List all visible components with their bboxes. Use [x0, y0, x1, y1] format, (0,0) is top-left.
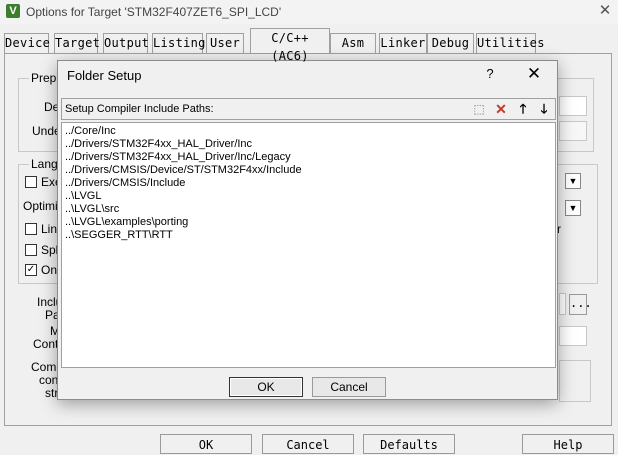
move-up-icon[interactable]: 🡑 [514, 100, 532, 118]
tab-device[interactable]: Device [4, 33, 50, 53]
one-elf-section-checkbox[interactable]: ✓ [25, 264, 37, 276]
title-bar: V Options for Target 'STM32F407ZET6_SPI_… [0, 0, 618, 24]
tab-debug[interactable]: Debug [427, 33, 474, 53]
include-paths-browse-button[interactable]: ... [569, 294, 592, 315]
main-defaults-button[interactable]: Defaults [363, 434, 455, 454]
move-down-icon[interactable]: 🡓 [535, 100, 553, 118]
tab-asm[interactable]: Asm [330, 33, 376, 53]
misc-controls-field[interactable] [559, 326, 587, 346]
tab-listing[interactable]: Listing [152, 33, 205, 53]
list-item[interactable]: ..\LVGL [65, 190, 302, 203]
compiler-control-string-box [559, 360, 591, 402]
window-title: Options for Target 'STM32F407ZET6_SPI_LC… [26, 5, 282, 19]
include-paths-list[interactable]: ../Core/Inc ../Drivers/STM32F4xx_HAL_Dri… [61, 122, 556, 368]
list-header-bar: Setup Compiler Include Paths: ⬚ ✕ 🡑 🡓 [61, 98, 556, 120]
link-time-opt-checkbox[interactable] [25, 223, 37, 235]
tab-output[interactable]: Output [103, 33, 149, 53]
folder-setup-dialog: Folder Setup ? ✕ Setup Compiler Include … [57, 60, 558, 400]
include-paths-field[interactable] [559, 293, 566, 315]
dialog-ok-button[interactable]: OK [229, 377, 303, 397]
main-ok-button[interactable]: OK [160, 434, 252, 454]
new-folder-icon[interactable]: ⬚ [470, 100, 488, 118]
main-cancel-button[interactable]: Cancel [262, 434, 354, 454]
define-field[interactable] [559, 96, 587, 116]
execute-only-checkbox[interactable] [25, 176, 37, 188]
list-header-label: Setup Compiler Include Paths: [65, 103, 214, 115]
tab-user[interactable]: User [206, 33, 244, 53]
dialog-cancel-button[interactable]: Cancel [312, 377, 386, 397]
list-item[interactable]: ..\LVGL\examples\porting [65, 216, 302, 229]
list-item[interactable]: ../Drivers/STM32F4xx_HAL_Driver/Inc/Lega… [65, 151, 302, 164]
list-items-container: ../Core/Inc ../Drivers/STM32F4xx_HAL_Dri… [65, 125, 302, 242]
dialog-help-icon[interactable]: ? [483, 66, 497, 81]
tab-target[interactable]: Target [54, 33, 100, 53]
dialog-title: Folder Setup [67, 68, 142, 83]
tab-c-cpp-ac6[interactable]: C/C++ (AC6) [250, 28, 330, 63]
list-item[interactable]: ../Drivers/CMSIS/Include [65, 177, 302, 190]
language-combo2-arrow-icon[interactable]: ▼ [565, 200, 581, 216]
window-close-icon[interactable]: ✕ [596, 2, 614, 20]
dialog-close-icon[interactable]: ✕ [524, 64, 544, 84]
list-item[interactable]: ../Core/Inc [65, 125, 302, 138]
tab-linker[interactable]: Linker [379, 33, 427, 53]
main-help-button[interactable]: Help [522, 434, 614, 454]
undefine-field[interactable] [559, 121, 587, 141]
list-item[interactable]: ../Drivers/CMSIS/Device/ST/STM32F4xx/Inc… [65, 164, 302, 177]
list-item[interactable]: ..\LVGL\src [65, 203, 302, 216]
tab-utilities[interactable]: Utilities [476, 33, 544, 53]
list-item[interactable]: ../Drivers/STM32F4xx_HAL_Driver/Inc [65, 138, 302, 151]
delete-icon[interactable]: ✕ [492, 100, 510, 118]
split-load-store-checkbox[interactable] [25, 244, 37, 256]
list-item[interactable]: ..\SEGGER_RTT\RTT [65, 229, 302, 242]
language-combo-arrow-icon[interactable]: ▼ [565, 173, 581, 189]
keil-app-icon: V [6, 4, 20, 18]
